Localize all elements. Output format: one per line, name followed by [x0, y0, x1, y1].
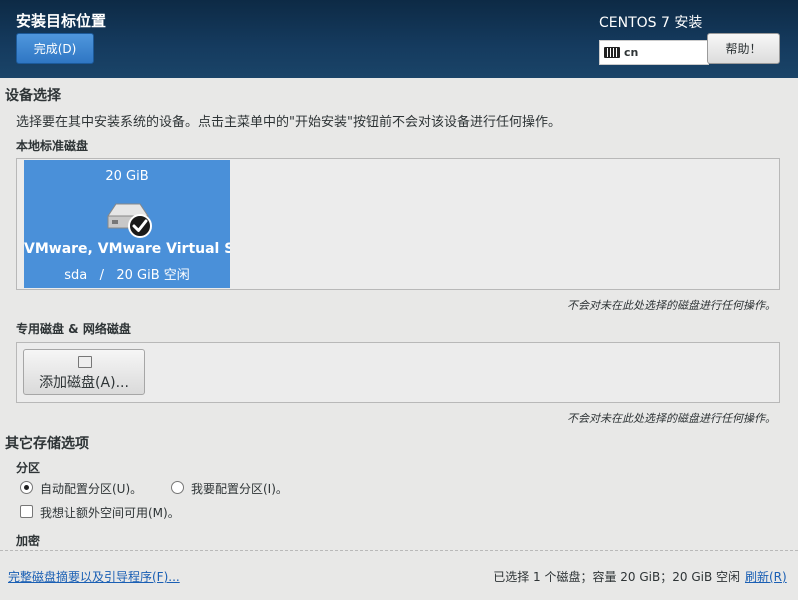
encryption-label: 加密: [16, 534, 41, 548]
keyboard-layout-label: cn: [624, 46, 639, 59]
extra-space-label[interactable]: 我想让额外空间可用(M)。: [40, 504, 180, 521]
auto-partition-radio[interactable]: [20, 481, 33, 494]
keyboard-layout-indicator[interactable]: cn: [599, 40, 709, 65]
local-disks-panel: 20 GiB VMware, VMware Virtual S sda / 20…: [16, 158, 780, 290]
done-button[interactable]: 完成(D): [16, 33, 94, 64]
top-bar: 安装目标位置 完成(D) CENTOS 7 安装 cn 帮助！: [0, 0, 798, 78]
manual-partition-label[interactable]: 我要配置分区(I)。: [191, 480, 288, 497]
device-selection-heading: 设备选择: [5, 88, 61, 104]
local-disks-label: 本地标准磁盘: [16, 139, 89, 153]
footer-divider: [0, 550, 798, 551]
disk-name: VMware, VMware Virtual S: [24, 241, 230, 257]
partition-label: 分区: [16, 461, 41, 475]
disk-sda[interactable]: 20 GiB VMware, VMware Virtual S sda / 20…: [24, 160, 230, 288]
special-disks-panel: 添加磁盘(A)...: [16, 342, 780, 403]
add-disk-button[interactable]: 添加磁盘(A)...: [23, 349, 145, 395]
other-storage-heading: 其它存储选项: [5, 436, 89, 452]
page-title: 安装目标位置: [16, 12, 107, 30]
auto-partition-label[interactable]: 自动配置分区(U)。: [40, 480, 142, 497]
special-disks-label: 专用磁盘 & 网络磁盘: [16, 322, 131, 336]
disk-icon: [78, 356, 92, 368]
disk-info: sda / 20 GiB 空闲: [64, 268, 190, 283]
hard-disk-icon: [107, 203, 152, 238]
full-disk-summary-link[interactable]: 完整磁盘摘要以及引导程序(F)...: [8, 568, 180, 585]
device-selection-description: 选择要在其中安装系统的设备。点击主菜单中的"开始安装"按钮前不会对该设备进行任何…: [16, 115, 561, 130]
disk-size: 20 GiB: [105, 169, 149, 184]
add-disk-label: 添加磁盘(A)...: [39, 375, 129, 391]
manual-partition-radio[interactable]: [171, 481, 184, 494]
help-button[interactable]: 帮助！: [707, 33, 780, 64]
selection-status: 已选择 1 个磁盘；容量 20 GiB；20 GiB 空闲: [493, 570, 740, 584]
product-title: CENTOS 7 安装: [599, 15, 703, 31]
refresh-link[interactable]: 刷新(R): [745, 568, 787, 585]
keyboard-icon: [604, 47, 620, 58]
extra-space-checkbox[interactable]: [20, 505, 33, 518]
local-disks-note: 不会对未在此处选择的磁盘进行任何操作。: [567, 299, 776, 312]
special-disks-note: 不会对未在此处选择的磁盘进行任何操作。: [567, 412, 776, 425]
